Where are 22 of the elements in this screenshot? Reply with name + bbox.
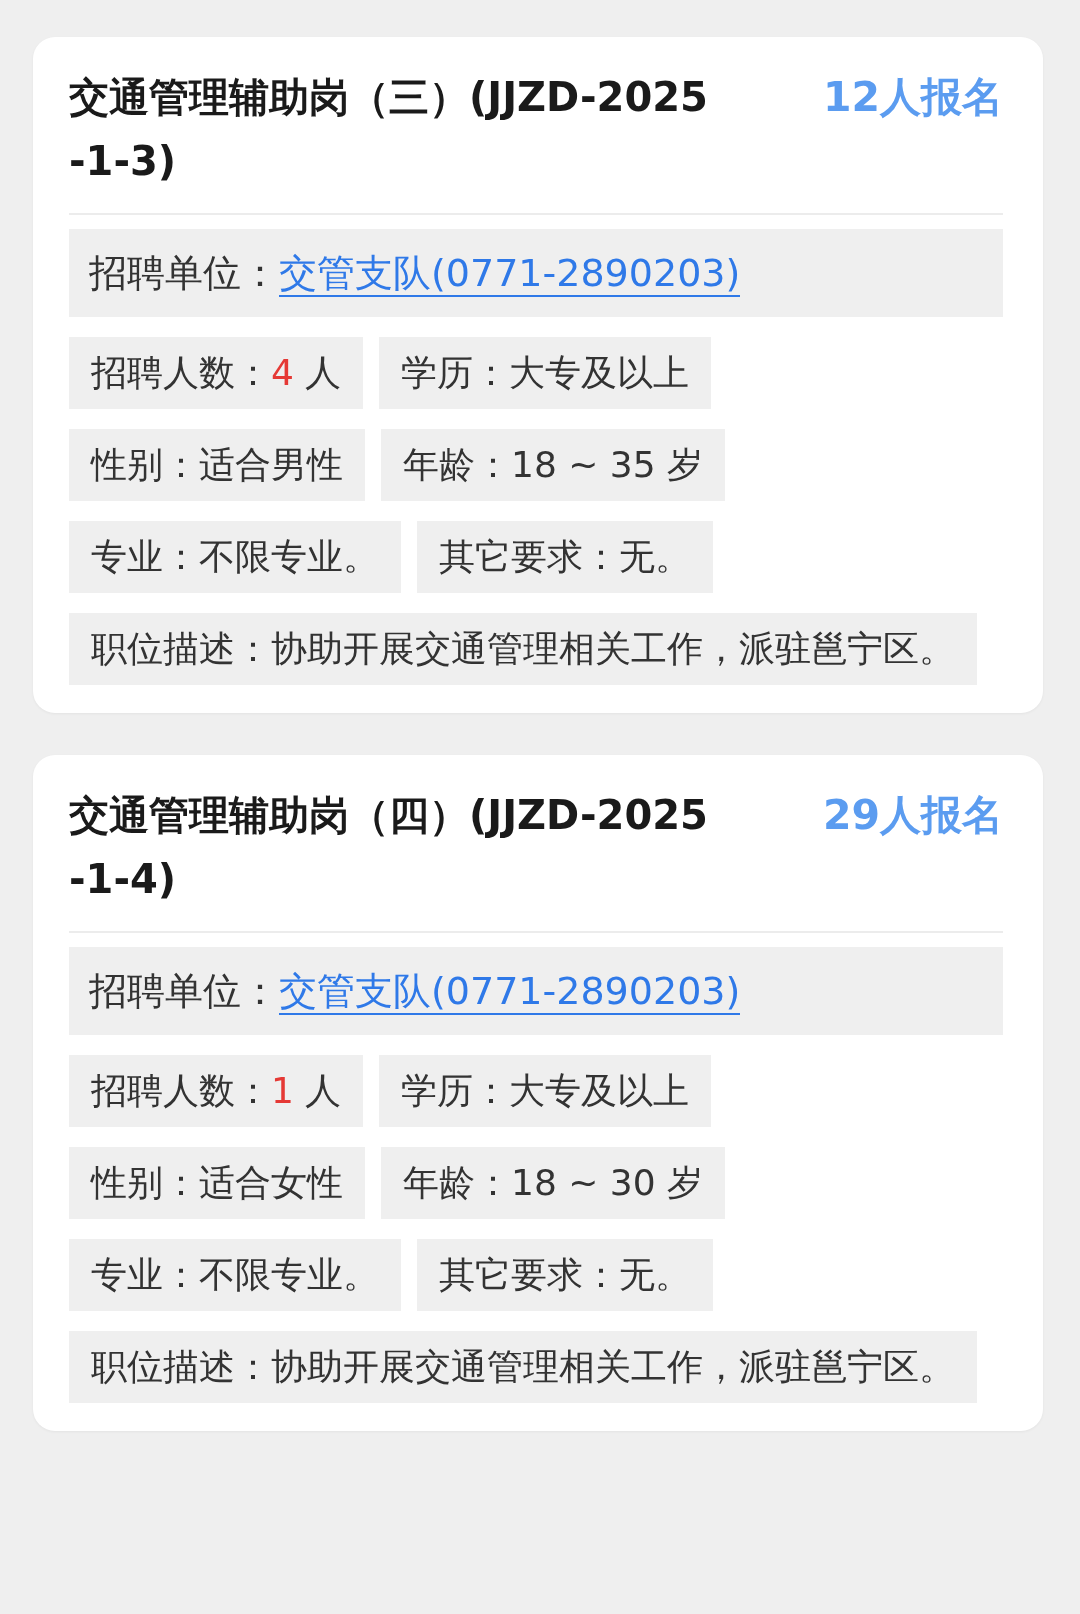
description-field: 职位描述：协助开展交通管理相关工作，派驻邕宁区。	[69, 1331, 977, 1403]
info-field: 年龄：18 ~ 35 岁	[381, 429, 726, 501]
info-field: 学历：大专及以上	[379, 337, 712, 409]
job-title: 交通管理辅助岗（四）(JJZD-2025-1-4)	[69, 791, 709, 904]
employer-field: 招聘单位：交管支队(0771-2890203)	[69, 229, 1003, 317]
info-field: 招聘人数：4 人	[69, 337, 364, 409]
info-field: 年龄：18 ~ 30 岁	[381, 1147, 726, 1219]
info-field: 专业：不限专业。	[69, 521, 401, 593]
info-field: 性别：适合女性	[69, 1147, 365, 1219]
info-field: 性别：适合男性	[69, 429, 365, 501]
info-field: 其它要求：无。	[417, 1239, 713, 1311]
employer-link[interactable]: 交管支队(0771-2890203)	[279, 969, 741, 1015]
employer-field: 招聘单位：交管支队(0771-2890203)	[69, 947, 1003, 1035]
info-field: 专业：不限专业。	[69, 1239, 401, 1311]
applicant-count: 29人报名	[822, 790, 1003, 841]
employer-link[interactable]: 交管支队(0771-2890203)	[279, 251, 741, 297]
info-field: 其它要求：无。	[417, 521, 713, 593]
info-field: 招聘人数：1 人	[69, 1055, 364, 1127]
job-title: 交通管理辅助岗（三）(JJZD-2025-1-3)	[69, 73, 709, 186]
applicant-count: 12人报名	[822, 72, 1003, 123]
info-field: 学历：大专及以上	[379, 1055, 712, 1127]
description-field: 职位描述：协助开展交通管理相关工作，派驻邕宁区。	[69, 613, 977, 685]
